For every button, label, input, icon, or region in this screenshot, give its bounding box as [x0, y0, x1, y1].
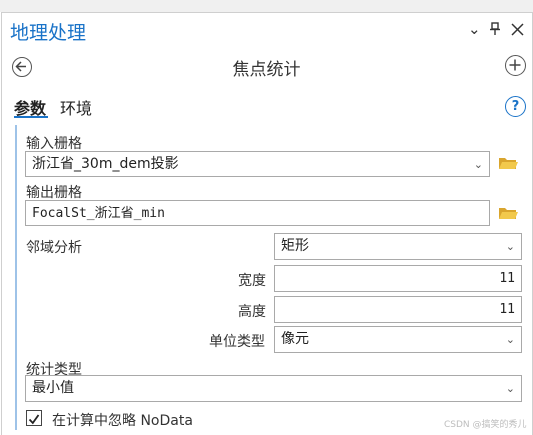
window-top-strip	[0, 0, 533, 12]
neighborhood-value: 矩形	[281, 238, 309, 254]
units-value: 像元	[281, 331, 309, 347]
folder-icon[interactable]	[498, 156, 518, 170]
height-value: 11	[499, 302, 515, 317]
input-raster-label: 输入栅格	[26, 136, 82, 152]
input-raster-value: 浙江省_30m_dem投影	[32, 156, 179, 172]
output-raster-label: 输出栅格	[26, 185, 82, 201]
close-icon[interactable]	[511, 23, 524, 36]
plus-icon	[509, 59, 521, 71]
neighborhood-label: 邻域分析	[26, 240, 82, 256]
watermark: CSDN @搞笑的秀儿	[444, 420, 527, 430]
chevron-down-icon: ⌄	[473, 158, 483, 171]
active-tab-indicator	[14, 116, 48, 118]
chevron-down-icon: ⌄	[505, 240, 515, 253]
width-label: 宽度	[238, 273, 266, 289]
chevron-down-icon: ⌄	[505, 382, 515, 395]
output-raster-input[interactable]: FocalSt_浙江省_min	[25, 200, 490, 226]
height-input[interactable]: 11	[274, 296, 522, 323]
help-icon[interactable]: ?	[505, 96, 526, 117]
units-label: 单位类型	[209, 334, 265, 350]
pane-title: 地理处理	[10, 22, 87, 44]
stat-type-select[interactable]: 最小值 ⌄	[25, 375, 522, 402]
tool-title: 焦点统计	[232, 60, 301, 80]
checkmark-icon	[28, 414, 40, 425]
width-input[interactable]: 11	[274, 265, 522, 292]
ignore-nodata-checkbox[interactable]	[26, 410, 42, 426]
chevron-down-icon[interactable]: ⌄	[468, 20, 481, 38]
folder-icon[interactable]	[498, 206, 518, 220]
pin-icon[interactable]	[489, 22, 501, 36]
add-button[interactable]	[505, 55, 526, 76]
neighborhood-select[interactable]: 矩形 ⌄	[274, 233, 522, 260]
height-label: 高度	[238, 304, 266, 320]
parameters-section-bar	[15, 125, 17, 430]
stat-type-value: 最小值	[32, 380, 74, 396]
output-raster-value: FocalSt_浙江省_min	[32, 206, 165, 221]
tab-environments[interactable]: 环境	[60, 95, 92, 119]
width-value: 11	[499, 271, 515, 286]
input-raster-select[interactable]: 浙江省_30m_dem投影 ⌄	[25, 151, 490, 177]
chevron-down-icon: ⌄	[505, 333, 515, 346]
ignore-nodata-label: 在计算中忽略 NoData	[52, 413, 193, 429]
units-select[interactable]: 像元 ⌄	[274, 326, 522, 353]
